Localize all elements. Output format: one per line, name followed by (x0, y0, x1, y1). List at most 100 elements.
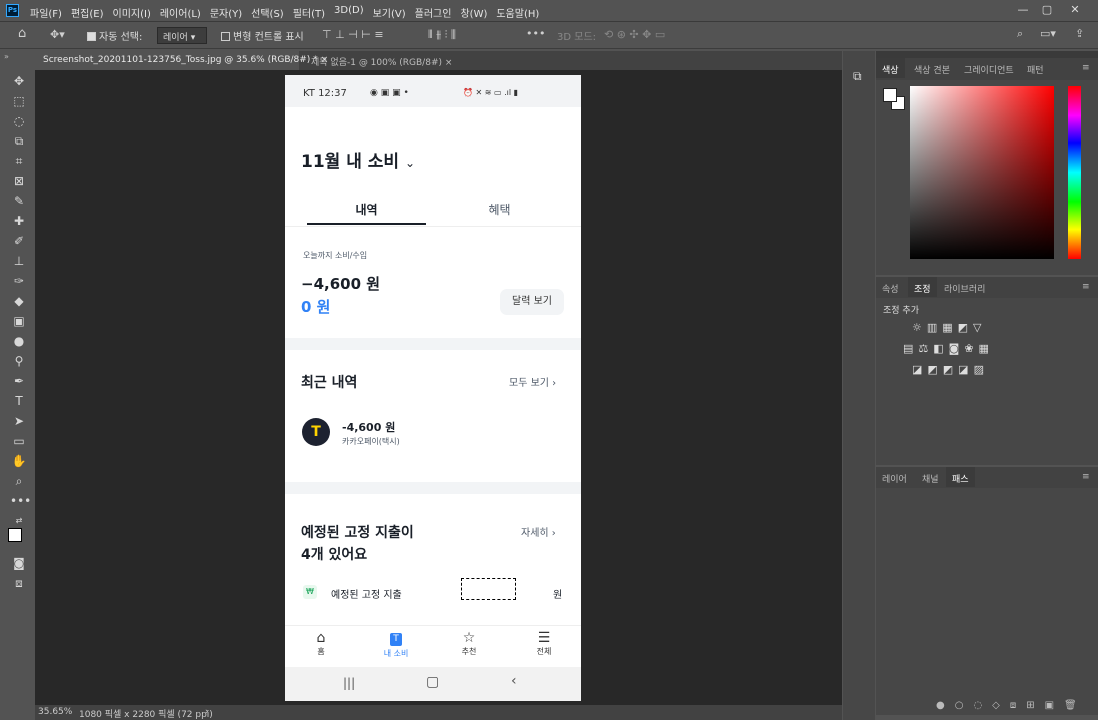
tab-benefits[interactable]: 혜택 (440, 201, 559, 218)
fixed-details-link[interactable]: 자세히 › (521, 524, 556, 539)
phone-status-bar: KT 12:37 ◉ ▣ ▣ • ⏰ ✕ ≋ ▭ .ıl ▮ (285, 75, 581, 107)
hue-slider[interactable] (1068, 86, 1081, 259)
dodge-icon[interactable]: ⚲ (10, 352, 28, 370)
tab-patterns[interactable]: 패턴 (1021, 58, 1050, 78)
menu-layer[interactable]: 레이어(L) (160, 5, 201, 20)
adjustment-icons-row1[interactable]: ☼▥▦◩▽ (912, 321, 987, 334)
toss-screenshot-document: KT 12:37 ◉ ▣ ▣ • ⏰ ✕ ≋ ▭ .ıl ▮ 11월 내 소비 … (285, 75, 581, 701)
more-tools-icon[interactable]: ••• (10, 492, 31, 510)
zoom-icon[interactable]: ⌕ (10, 472, 28, 490)
menu-3d[interactable]: 3D(D) (334, 5, 364, 20)
carrier-time: KT 12:37 (303, 88, 347, 99)
panel-menu-icon[interactable]: ≡ (1076, 277, 1096, 297)
marquee-icon[interactable]: ⬚ (10, 92, 28, 110)
auto-select-dropdown[interactable]: 레이어 ▾ (157, 27, 207, 44)
eraser-icon[interactable]: ◆ (10, 292, 28, 310)
history-brush-icon[interactable]: ✑ (10, 272, 28, 290)
transaction-merchant: 카카오페이(택시) (342, 437, 400, 446)
tab-history[interactable]: 내역 (307, 201, 426, 218)
color-field[interactable] (910, 86, 1054, 259)
tab-libraries[interactable]: 라이브러리 (938, 277, 991, 297)
panel-menu-icon[interactable]: ≡ (1076, 467, 1096, 487)
menu-select[interactable]: 선택(S) (251, 5, 284, 20)
nav-recommend[interactable]: ☆ 추천 (444, 630, 494, 657)
menu-window[interactable]: 창(W) (460, 5, 487, 20)
rectangle-icon[interactable]: ▭ (10, 432, 28, 450)
minimize-icon[interactable]: — (1012, 2, 1034, 18)
chevron-right-icon[interactable]: › (205, 707, 209, 717)
tab-channels[interactable]: 채널 (916, 467, 945, 487)
quick-mask-icon[interactable]: ◙ (10, 554, 28, 572)
frame-icon[interactable]: ⊠ (10, 172, 28, 190)
stamp-icon[interactable]: ⊥ (10, 252, 28, 270)
move-tool-icon[interactable]: ✥▾ (50, 29, 65, 41)
month-title-text: 11월 내 소비 (301, 152, 400, 172)
month-title[interactable]: 11월 내 소비 ⌄ (301, 147, 415, 172)
type-icon[interactable]: T (10, 392, 28, 410)
maximize-icon[interactable]: ▢ (1036, 2, 1058, 18)
recent-more-link[interactable]: 모두 보기 › (509, 374, 556, 389)
hand-icon[interactable]: ✋ (10, 452, 28, 470)
lasso-icon[interactable]: ◌ (10, 112, 28, 130)
close-tab-icon[interactable]: × (445, 58, 453, 68)
menu-edit[interactable]: 편집(E) (71, 5, 104, 20)
tab-toss-screenshot[interactable]: Screenshot_20201101-123756_Toss.jpg @ 35… (35, 51, 328, 70)
tab-adjustments[interactable]: 조정 (908, 277, 937, 297)
nav-all[interactable]: ☰ 전체 (519, 630, 569, 657)
healing-icon[interactable]: ✚ (10, 212, 28, 230)
close-icon[interactable]: ✕ (1064, 2, 1086, 18)
align-icons[interactable]: ⊤ ⊥ ⊣ ⊢ ≡ (322, 29, 384, 41)
auto-select-checkbox[interactable]: 자동 선택: (87, 28, 142, 43)
search-icon[interactable]: ⌕ (1017, 28, 1023, 40)
tab-gradients[interactable]: 그레이디언트 (958, 58, 1020, 78)
adjustment-icons-row3[interactable]: ◪◩◩◪▨ (912, 363, 989, 376)
workspace-icon[interactable]: ▭▾ (1040, 28, 1056, 40)
transform-label: 변형 컨트롤 표시 (233, 32, 304, 43)
screen-mode-icon[interactable]: ⧈ (10, 574, 28, 592)
tab-properties[interactable]: 속성 (876, 277, 905, 297)
adjustment-icons-row2[interactable]: ▤⚖◧◙❀▦ (903, 342, 994, 355)
paths-footer-icons[interactable]: ●○◌◇⧈⊞▣🗑 (936, 700, 1087, 711)
home-icon[interactable]: ⌂ (18, 27, 26, 40)
menu-type[interactable]: 문자(Y) (210, 5, 242, 20)
nav-my-spending[interactable]: T 내 소비 (371, 630, 421, 659)
tab-layers[interactable]: 레이어 (876, 467, 913, 487)
fixed-expense-title: 예정된 고정 지출이 4개 있어요 (301, 522, 414, 566)
path-select-icon[interactable]: ➤ (10, 412, 28, 430)
tab-untitled[interactable]: 제목 없음-1 @ 100% (RGB/8#) × (303, 51, 460, 70)
zoom-level[interactable]: 35.65% (38, 707, 72, 717)
history-panel-icon[interactable]: ⧉ (853, 69, 862, 84)
tab-swatches[interactable]: 색상 견본 (908, 58, 956, 78)
nav-home[interactable]: ⌂ 홈 (296, 630, 346, 657)
menu-help[interactable]: 도움말(H) (496, 5, 539, 20)
share-icon[interactable]: ⇪ (1075, 28, 1084, 40)
home-button-icon[interactable]: ▢ (426, 674, 439, 690)
crop-icon[interactable]: ⌗ (10, 152, 28, 170)
menu-view[interactable]: 보기(V) (373, 5, 406, 20)
pen-icon[interactable]: ✒ (10, 372, 28, 390)
move-icon[interactable]: ✥ (10, 72, 28, 90)
panel-menu-icon[interactable]: ≡ (1076, 58, 1096, 78)
menu-file[interactable]: 파일(F) (30, 5, 62, 20)
eyedropper-icon[interactable]: ✎ (10, 192, 28, 210)
menu-plugins[interactable]: 플러그인 (415, 5, 452, 20)
menu-image[interactable]: 이미지(I) (113, 5, 151, 20)
collapse-left-icon[interactable]: » (4, 52, 9, 61)
menu-filter[interactable]: 필터(T) (293, 5, 325, 20)
tab-paths[interactable]: 패스 (946, 467, 975, 487)
distribute-icons[interactable]: ⫴ ⫵ ⫶ ⫼ (428, 29, 456, 41)
blur-icon[interactable]: ● (10, 332, 28, 350)
3d-tools-icons: ⟲ ⊛ ✣ ✥ ▭ (604, 28, 666, 41)
calendar-button[interactable]: 달력 보기 (500, 289, 564, 315)
recent-apps-icon[interactable]: ||| (343, 676, 355, 690)
more-icon[interactable]: ••• (526, 28, 545, 40)
brush-icon[interactable]: ✐ (10, 232, 28, 250)
object-select-icon[interactable]: ⧉ (10, 132, 28, 150)
fixed-row-label: 예정된 고정 지출 (331, 590, 402, 601)
foreground-swatch[interactable] (883, 88, 897, 102)
gradient-icon[interactable]: ▣ (10, 312, 28, 330)
tab-color[interactable]: 색상 (876, 58, 905, 78)
back-icon[interactable]: ‹ (511, 673, 517, 689)
foreground-color-swatch[interactable] (8, 528, 22, 542)
transform-controls-checkbox[interactable]: 변형 컨트롤 표시 (221, 28, 304, 43)
